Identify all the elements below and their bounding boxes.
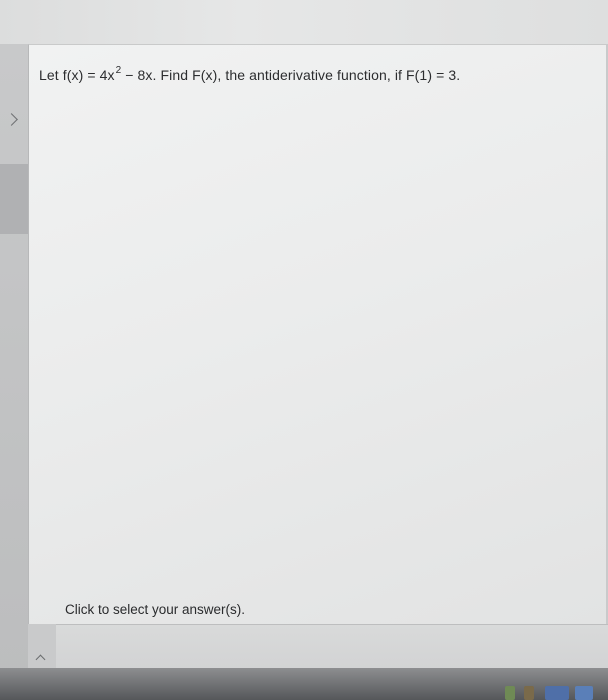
question-text: Let f(x) = 4x2 − 8x. Find F(x), the anti… [39,65,460,83]
top-strip [0,0,608,44]
panel-footer [56,624,608,669]
question-panel: Let f(x) = 4x2 − 8x. Find F(x), the anti… [28,44,607,626]
question-prefix: Let f(x) = 4x [39,67,115,83]
taskbar-app-icon[interactable] [545,686,569,700]
sidebar-selected-area [0,164,28,234]
screen-bottom-edge [0,668,608,700]
question-suffix: − 8x. Find F(x), the antiderivative func… [121,67,461,83]
left-sidebar [0,44,28,684]
taskbar-app-icon[interactable] [524,686,534,700]
select-answer-link[interactable]: Click to select your answer(s). [65,602,245,617]
taskbar-app-icon[interactable] [575,686,593,700]
chevron-up-icon[interactable] [35,654,46,665]
taskbar-app-icon[interactable] [505,686,515,700]
